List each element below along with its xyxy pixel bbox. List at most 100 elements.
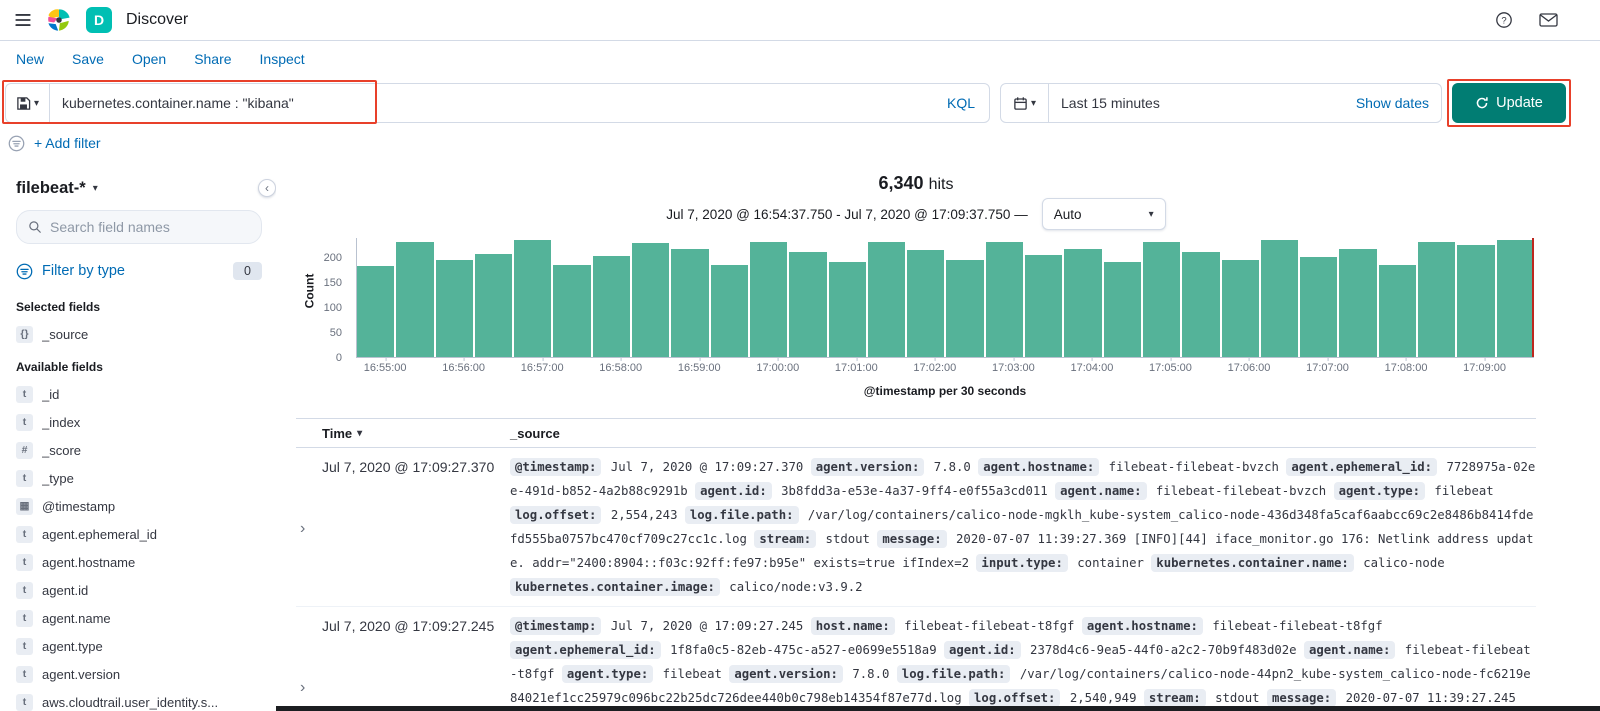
source-column-header: _source xyxy=(510,425,560,441)
histogram-bar[interactable] xyxy=(1339,249,1377,357)
field-name-chip: host.name: xyxy=(810,617,895,635)
time-column-header[interactable]: Time ▾ xyxy=(322,426,510,441)
histogram-bar[interactable] xyxy=(1418,242,1456,357)
field-name-chip: log.offset: xyxy=(510,506,602,524)
query-input[interactable]: kubernetes.container.name : "kibana" xyxy=(50,84,933,122)
field-item[interactable]: {} _source xyxy=(16,320,262,348)
chevron-down-icon: ▾ xyxy=(92,183,98,194)
x-axis-tick-label: 17:01:00 xyxy=(834,357,878,374)
filter-by-type-button[interactable]: Filter by type xyxy=(42,263,125,279)
histogram-bar[interactable] xyxy=(749,242,788,357)
field-type-icon: t xyxy=(16,693,33,711)
field-name-chip: agent.name: xyxy=(1055,482,1147,500)
collapse-sidebar-button[interactable]: ‹ xyxy=(258,179,276,197)
expand-row-button[interactable]: › xyxy=(296,614,322,711)
time-column-label: Time xyxy=(322,425,353,441)
histogram-bar[interactable] xyxy=(592,256,631,357)
help-icon[interactable]: ? xyxy=(1495,11,1513,29)
documents-table: Time ▾ _source › Jul 7, 2020 @ 17:09:27.3… xyxy=(296,418,1536,711)
histogram-bar[interactable] xyxy=(985,242,1024,357)
top-menu-item-inspect[interactable]: Inspect xyxy=(260,51,305,67)
field-name-label: _score xyxy=(42,442,82,458)
sort-descending-icon[interactable]: ▾ xyxy=(357,428,362,439)
field-item[interactable]: t agent.version xyxy=(16,660,262,688)
field-name-chip: kubernetes.container.image: xyxy=(510,578,720,596)
field-type-icon: t xyxy=(16,385,33,403)
field-type-icon: t xyxy=(16,469,33,487)
field-item[interactable]: # _score xyxy=(16,436,262,464)
quick-select-time-button[interactable]: ▾ xyxy=(1001,84,1049,122)
histogram-bar[interactable] xyxy=(357,266,395,357)
index-pattern-select[interactable]: filebeat-* xyxy=(16,179,86,198)
show-dates-button[interactable]: Show dates xyxy=(1356,95,1441,111)
histogram-bar[interactable] xyxy=(1103,261,1141,357)
time-range-value[interactable]: Last 15 minutes xyxy=(1049,95,1160,111)
chevron-down-icon: ▾ xyxy=(1030,97,1037,109)
histogram-bar[interactable] xyxy=(1025,254,1063,357)
histogram-bar[interactable] xyxy=(514,239,552,357)
field-item[interactable]: t _index xyxy=(16,408,262,436)
field-name-chip: agent.type: xyxy=(1333,482,1426,500)
histogram-bar[interactable] xyxy=(1064,249,1102,357)
field-item[interactable]: t agent.hostname xyxy=(16,548,262,576)
field-item[interactable]: t agent.name xyxy=(16,604,262,632)
field-name-chip: message: xyxy=(1266,689,1337,707)
add-filter-button[interactable]: + Add filter xyxy=(34,135,101,151)
histogram-bar[interactable] xyxy=(1300,256,1338,357)
field-name-label: _type xyxy=(42,470,74,486)
save-query-button[interactable]: ▾ xyxy=(6,84,50,122)
field-name-label: agent.hostname xyxy=(42,554,136,570)
field-type-icon: t xyxy=(16,525,33,543)
field-name-chip: agent.version: xyxy=(729,665,843,683)
field-item[interactable]: t _type xyxy=(16,464,262,492)
chart-time-range: Jul 7, 2020 @ 16:54:37.750 - Jul 7, 2020… xyxy=(666,206,1028,222)
field-name-chip: log.file.path: xyxy=(684,506,799,524)
top-menu-item-new[interactable]: New xyxy=(16,51,44,67)
hamburger-menu-icon[interactable] xyxy=(14,11,32,29)
histogram-bar[interactable] xyxy=(1221,259,1259,357)
field-name-chip: stream: xyxy=(1143,689,1206,707)
expand-row-button[interactable]: › xyxy=(296,455,322,599)
field-type-icon: t xyxy=(16,581,33,599)
newsfeed-envelope-icon[interactable] xyxy=(1539,12,1558,28)
elastic-logo xyxy=(46,7,72,33)
histogram-bar[interactable] xyxy=(1496,239,1534,357)
field-search-input[interactable] xyxy=(50,219,250,235)
query-language-button[interactable]: KQL xyxy=(933,84,989,122)
histogram-bar[interactable] xyxy=(474,254,513,357)
histogram-bar[interactable] xyxy=(946,259,984,357)
update-button[interactable]: Update xyxy=(1452,83,1566,123)
x-axis-tick-label: 16:59:00 xyxy=(677,357,721,374)
interval-select[interactable]: Auto ▾ xyxy=(1041,198,1166,230)
histogram-bar[interactable] xyxy=(553,264,591,357)
top-menu-item-save[interactable]: Save xyxy=(72,51,104,67)
histogram-bar[interactable] xyxy=(789,252,827,357)
histogram-bar[interactable] xyxy=(671,248,709,357)
histogram-bar[interactable] xyxy=(1182,251,1220,357)
field-item[interactable]: t aws.cloudtrail.user_identity.s... xyxy=(16,688,262,711)
field-item[interactable]: t agent.type xyxy=(16,632,262,660)
field-item[interactable]: t _id xyxy=(16,380,262,408)
top-menu-item-open[interactable]: Open xyxy=(132,51,166,67)
histogram-bar[interactable] xyxy=(632,242,670,357)
histogram-bar[interactable] xyxy=(396,241,434,357)
field-item[interactable]: t agent.id xyxy=(16,576,262,604)
histogram-bar[interactable] xyxy=(1260,240,1299,357)
histogram-bar[interactable] xyxy=(710,264,748,357)
field-name-chip: agent.id: xyxy=(944,641,1021,659)
field-name-chip: @timestamp: xyxy=(510,458,602,476)
histogram-bar[interactable] xyxy=(867,242,906,357)
update-button-label: Update xyxy=(1496,95,1543,111)
histogram-bar[interactable] xyxy=(435,259,473,357)
histogram-bar[interactable] xyxy=(907,249,945,357)
field-item[interactable]: ▦ @timestamp xyxy=(16,492,262,520)
histogram-bar[interactable] xyxy=(828,261,866,357)
histogram-bar[interactable] xyxy=(1378,264,1417,357)
field-item[interactable]: t agent.ephemeral_id xyxy=(16,520,262,548)
histogram-bar[interactable] xyxy=(1457,244,1495,357)
fields-sidebar: filebeat-* ▾ ‹ Filter by type 0 Selected… xyxy=(0,163,276,711)
top-menu-item-share[interactable]: Share xyxy=(194,51,231,67)
discover-main: 6,340 hits Jul 7, 2020 @ 16:54:37.750 - J… xyxy=(276,163,1600,711)
field-name-label: _source xyxy=(42,326,89,342)
histogram-bar[interactable] xyxy=(1142,242,1181,357)
